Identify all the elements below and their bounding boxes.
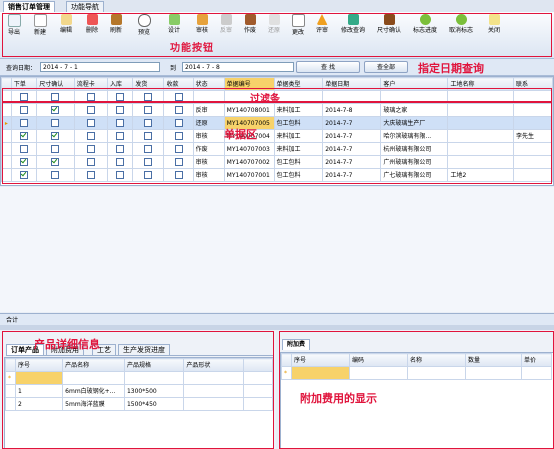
toolbar-annotation-box [2,13,552,57]
grid-annotation-box [2,102,552,184]
tab-sales-order[interactable]: 销售订单管理 [3,1,55,12]
tab-function-nav[interactable]: 功能导航 [66,1,104,12]
date-from-field[interactable]: 2014 - 7 - 1 [40,62,160,72]
product-detail-caption: 产品详细信息 [34,338,100,351]
grid-area-caption: 单据区 [224,128,257,141]
extra-fee-caption: 附加费用的显示 [300,392,377,405]
date-to-field[interactable]: 2014 - 7 - 8 [182,62,294,72]
grid-empty-area [0,187,554,312]
find-button[interactable]: 查 找 [296,61,360,73]
to-label: 到 [170,65,177,72]
query-caption: 指定日期查询 [418,62,484,75]
find-all-button[interactable]: 查全部 [364,61,408,73]
summary-label: 合计 [6,317,19,324]
query-date-label: 查询日期： [6,65,37,72]
